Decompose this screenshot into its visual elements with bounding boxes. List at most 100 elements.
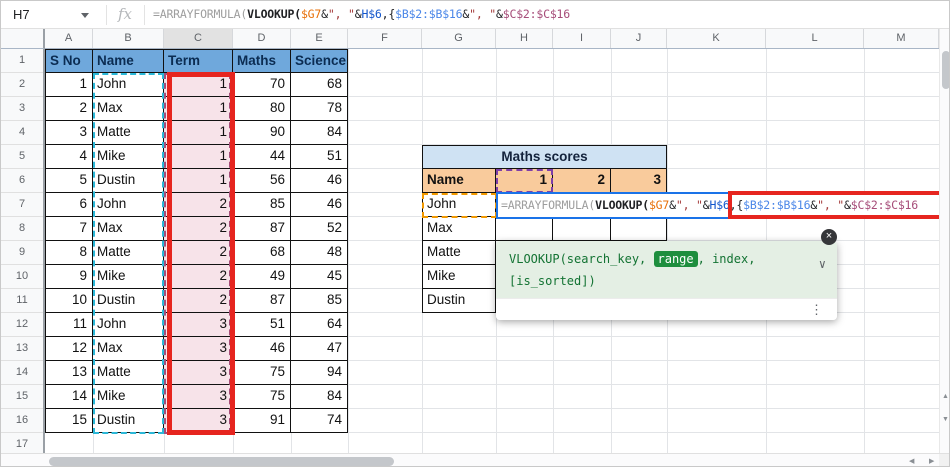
col-header-A[interactable]: A <box>45 29 93 48</box>
cell-G6[interactable]: Name <box>422 169 496 193</box>
cell-G8[interactable]: Max <box>422 217 496 241</box>
cell-A16[interactable]: 15 <box>45 409 93 433</box>
col-header-I[interactable]: I <box>553 29 611 48</box>
cell-D1[interactable]: Maths <box>233 49 291 73</box>
cell-E10[interactable]: 45 <box>291 265 348 289</box>
row-header-4[interactable]: 4 <box>1 121 43 145</box>
cell-E7[interactable]: 46 <box>291 193 348 217</box>
cell-B1[interactable]: Name <box>93 49 164 73</box>
cell-C4[interactable]: 1 <box>164 121 233 145</box>
cell-A15[interactable]: 14 <box>45 385 93 409</box>
row-header-7[interactable]: 7 <box>1 193 43 217</box>
col-header-B[interactable]: B <box>93 29 164 48</box>
cell-B8[interactable]: Max <box>93 217 164 241</box>
cell-E5[interactable]: 51 <box>291 145 348 169</box>
row-header-1[interactable]: 1 <box>1 49 43 73</box>
cell-E9[interactable]: 48 <box>291 241 348 265</box>
cell-A2[interactable]: 1 <box>45 73 93 97</box>
cell-E11[interactable]: 85 <box>291 289 348 313</box>
row-header-14[interactable]: 14 <box>1 361 43 385</box>
cell-E16[interactable]: 74 <box>291 409 348 433</box>
cell-I8[interactable] <box>553 217 611 241</box>
cell-B5[interactable]: Mike <box>93 145 164 169</box>
cell-D11[interactable]: 87 <box>233 289 291 313</box>
cell-B14[interactable]: Matte <box>93 361 164 385</box>
cell-E6[interactable]: 46 <box>291 169 348 193</box>
scroll-right-icon[interactable]: ▶ <box>929 457 934 465</box>
cell-D2[interactable]: 70 <box>233 73 291 97</box>
cell-C12[interactable]: 3 <box>164 313 233 337</box>
cell-E2[interactable]: 68 <box>291 73 348 97</box>
row-header-8[interactable]: 8 <box>1 217 43 241</box>
cell-A13[interactable]: 12 <box>45 337 93 361</box>
cell-A1[interactable]: S No <box>45 49 93 73</box>
cell-B13[interactable]: Max <box>93 337 164 361</box>
cell-D9[interactable]: 68 <box>233 241 291 265</box>
cell-C13[interactable]: 3 <box>164 337 233 361</box>
cell-G10[interactable]: Mike <box>422 265 496 289</box>
cell-C16[interactable]: 3 <box>164 409 233 433</box>
scroll-down-icon[interactable]: ▼ <box>942 416 949 423</box>
cell-E4[interactable]: 84 <box>291 121 348 145</box>
row-header-9[interactable]: 9 <box>1 241 43 265</box>
cell-D6[interactable]: 56 <box>233 169 291 193</box>
col-header-C[interactable]: C <box>164 29 233 48</box>
cell-J6[interactable]: 3 <box>611 169 667 193</box>
cell-A12[interactable]: 11 <box>45 313 93 337</box>
cell-B7[interactable]: John <box>93 193 164 217</box>
cell-B6[interactable]: Dustin <box>93 169 164 193</box>
cell-E12[interactable]: 64 <box>291 313 348 337</box>
cell-B15[interactable]: Mike <box>93 385 164 409</box>
row-header-11[interactable]: 11 <box>1 289 43 313</box>
col-header-J[interactable]: J <box>611 29 667 48</box>
row-header-6[interactable]: 6 <box>1 169 43 193</box>
row-header-5[interactable]: 5 <box>1 145 43 169</box>
cell-B10[interactable]: Mike <box>93 265 164 289</box>
cell-A10[interactable]: 9 <box>45 265 93 289</box>
cell-D13[interactable]: 46 <box>233 337 291 361</box>
active-cell-editor[interactable]: =ARRAYFORMULA(VLOOKUP($G7&", "&H$6,{$B$2… <box>496 192 949 219</box>
cell-C5[interactable]: 1 <box>164 145 233 169</box>
cell-C8[interactable]: 2 <box>164 217 233 241</box>
cell-E13[interactable]: 47 <box>291 337 348 361</box>
row-header-15[interactable]: 15 <box>1 385 43 409</box>
cell-D14[interactable]: 75 <box>233 361 291 385</box>
cell-H6[interactable]: 1 <box>496 169 553 193</box>
cell-G9[interactable]: Matte <box>422 241 496 265</box>
cell-E8[interactable]: 52 <box>291 217 348 241</box>
row-header-17[interactable]: 17 <box>1 433 43 453</box>
cell-C9[interactable]: 2 <box>164 241 233 265</box>
cell-E1[interactable]: Science <box>291 49 348 73</box>
cell-G7[interactable]: John <box>422 193 496 217</box>
cell-A7[interactable]: 6 <box>45 193 93 217</box>
cell-A5[interactable]: 4 <box>45 145 93 169</box>
cell-E3[interactable]: 78 <box>291 97 348 121</box>
cell-E14[interactable]: 94 <box>291 361 348 385</box>
cell-D12[interactable]: 51 <box>233 313 291 337</box>
cell-A8[interactable]: 7 <box>45 217 93 241</box>
scroll-up-icon[interactable]: ▲ <box>942 393 949 400</box>
row-header-10[interactable]: 10 <box>1 265 43 289</box>
col-header-G[interactable]: G <box>422 29 496 48</box>
name-box[interactable]: H7 <box>13 7 30 22</box>
cell-C3[interactable]: 1 <box>164 97 233 121</box>
vertical-scrollbar-thumb[interactable] <box>942 51 949 89</box>
cell-D15[interactable]: 75 <box>233 385 291 409</box>
cell-A6[interactable]: 5 <box>45 169 93 193</box>
cell-B9[interactable]: Matte <box>93 241 164 265</box>
cell-B2[interactable]: John <box>93 73 164 97</box>
cell-I6[interactable]: 2 <box>553 169 611 193</box>
cell-editor-formula[interactable]: =ARRAYFORMULA(VLOOKUP($G7&", "&H$6,{$B$2… <box>501 194 918 217</box>
horizontal-scrollbar[interactable]: ◀ ▶ <box>1 453 949 466</box>
cell-G5-merged[interactable]: Maths scores <box>422 145 667 169</box>
cell-C7[interactable]: 2 <box>164 193 233 217</box>
name-box-dropdown-icon[interactable] <box>81 13 89 18</box>
select-all-corner[interactable] <box>1 29 45 49</box>
col-header-F[interactable]: F <box>348 29 422 48</box>
more-options-icon[interactable]: ⋮ <box>810 302 823 318</box>
cell-D10[interactable]: 49 <box>233 265 291 289</box>
col-header-E[interactable]: E <box>291 29 348 48</box>
row-header-12[interactable]: 12 <box>1 313 43 337</box>
cell-E15[interactable]: 84 <box>291 385 348 409</box>
cell-A14[interactable]: 13 <box>45 361 93 385</box>
